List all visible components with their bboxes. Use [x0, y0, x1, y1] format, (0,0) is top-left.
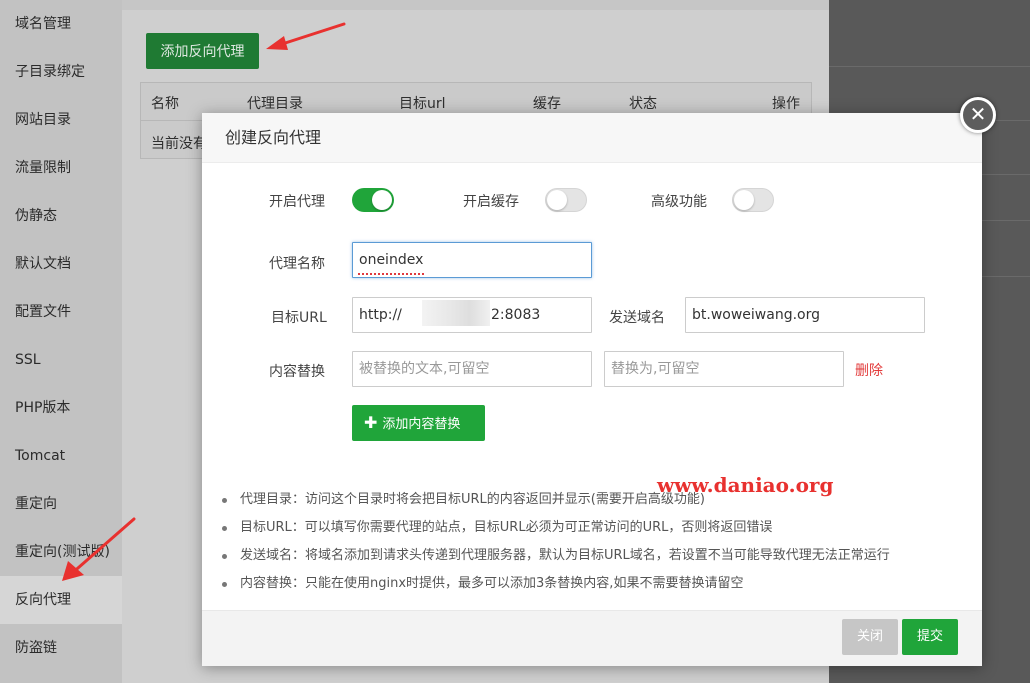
- target-url-suffix: 2:8083: [491, 307, 541, 323]
- redacted-region: [422, 300, 490, 326]
- toggle-knob: [547, 190, 567, 210]
- advanced-toggle[interactable]: [732, 188, 774, 212]
- close-button[interactable]: 关闭: [842, 619, 898, 655]
- column-header-cache: 缓存: [533, 96, 561, 112]
- note-text: 内容替换：只能在使用nginx时提供，最多可以添加3条替换内容,如果不需要替换请…: [240, 576, 744, 591]
- list-item: 目标URL：可以填写你需要代理的站点，目标URL必须为可正常访问的URL，否则将…: [221, 514, 971, 542]
- column-header-target-url: 目标url: [399, 96, 446, 112]
- annotation-arrow-icon: [266, 22, 346, 50]
- background-row-divider: [829, 66, 1030, 67]
- bullet-icon: [222, 526, 227, 531]
- add-content-replace-button[interactable]: ✚ 添加内容替换: [352, 405, 485, 441]
- sidebar-item-rewrite[interactable]: 伪静态: [0, 192, 122, 240]
- toggle-knob: [372, 190, 392, 210]
- toggle-label-advanced: 高级功能: [651, 194, 707, 210]
- sidebar-item-php-version[interactable]: PHP版本: [0, 384, 122, 432]
- list-item: 代理目录：访问这个目录时将会把目标URL的内容返回并显示(需要开启高级功能): [221, 486, 971, 514]
- replace-to-input[interactable]: [604, 351, 844, 387]
- sidebar-item-traffic-limit[interactable]: 流量限制: [0, 144, 122, 192]
- bullet-icon: [222, 582, 227, 587]
- watermark: www.daniao.org: [657, 473, 834, 497]
- toggle-knob: [734, 190, 754, 210]
- column-header-status: 状态: [629, 96, 657, 112]
- sidebar-item-site-directory[interactable]: 网站目录: [0, 96, 122, 144]
- send-domain-label: 发送域名: [609, 310, 665, 326]
- content-top-divider: [122, 0, 829, 10]
- sidebar-item-ssl[interactable]: SSL: [0, 336, 122, 384]
- dialog-title: 创建反向代理: [202, 113, 982, 163]
- replace-from-input[interactable]: [352, 351, 592, 387]
- note-text: 目标URL：可以填写你需要代理的站点，目标URL必须为可正常访问的URL，否则将…: [240, 520, 773, 535]
- annotation-arrow-icon: [62, 517, 136, 581]
- list-item: 内容替换：只能在使用nginx时提供，最多可以添加3条替换内容,如果不需要替换请…: [221, 570, 971, 598]
- target-url-prefix: http://: [359, 307, 402, 323]
- sidebar-item-subdirectory-binding[interactable]: 子目录绑定: [0, 48, 122, 96]
- sidebar-item-default-document[interactable]: 默认文档: [0, 240, 122, 288]
- sidebar-item-tomcat[interactable]: Tomcat: [0, 432, 122, 480]
- column-header-actions: 操作: [772, 96, 800, 112]
- proxy-name-label: 代理名称: [269, 256, 325, 272]
- sidebar-item-hotlink-protection[interactable]: 防盗链: [0, 624, 122, 672]
- add-content-replace-label: 添加内容替换: [382, 417, 461, 432]
- target-url-label: 目标URL: [271, 310, 327, 326]
- sidebar-item-domain-management[interactable]: 域名管理: [0, 0, 122, 48]
- enable-proxy-toggle[interactable]: [352, 188, 394, 212]
- list-item: 发送域名：将域名添加到请求头传递到代理服务器，默认为目标URL域名，若设置不当可…: [221, 542, 971, 570]
- submit-button[interactable]: 提交: [902, 619, 958, 655]
- send-domain-input[interactable]: [685, 297, 925, 333]
- bullet-icon: [222, 554, 227, 559]
- sidebar-item-config-file[interactable]: 配置文件: [0, 288, 122, 336]
- bullet-icon: [222, 498, 227, 503]
- spellcheck-underline: [358, 272, 424, 275]
- note-text: 代理目录：访问这个目录时将会把目标URL的内容返回并显示(需要开启高级功能): [240, 492, 705, 507]
- note-text: 发送域名：将域名添加到请求头传递到代理服务器，默认为目标URL域名，若设置不当可…: [240, 548, 890, 563]
- close-icon[interactable]: ✕: [960, 97, 996, 133]
- enable-cache-toggle[interactable]: [545, 188, 587, 212]
- delete-replace-link[interactable]: 删除: [855, 360, 883, 380]
- table-empty-text: 当前没有: [151, 136, 207, 152]
- content-replace-label: 内容替换: [269, 364, 325, 380]
- column-header-proxy-dir: 代理目录: [247, 96, 303, 112]
- plus-icon: ✚: [364, 413, 378, 432]
- column-header-name: 名称: [151, 96, 179, 112]
- help-notes: 代理目录：访问这个目录时将会把目标URL的内容返回并显示(需要开启高级功能) 目…: [221, 486, 971, 598]
- add-reverse-proxy-button[interactable]: 添加反向代理: [146, 33, 259, 69]
- toggle-label-enable-cache: 开启缓存: [463, 194, 519, 210]
- toggle-label-enable-proxy: 开启代理: [269, 194, 325, 210]
